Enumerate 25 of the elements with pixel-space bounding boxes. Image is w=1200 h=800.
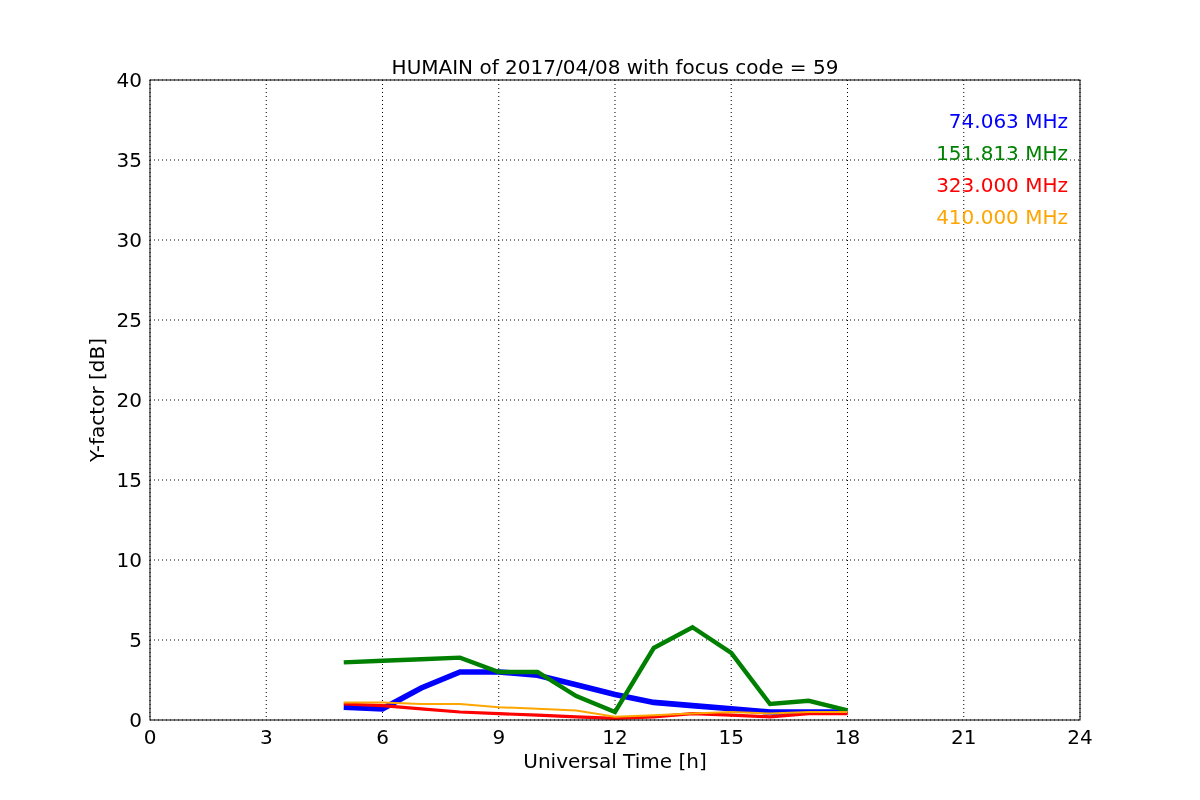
y-tick-label: 5	[129, 628, 142, 652]
y-tick-label: 30	[116, 228, 142, 252]
x-axis-label: Universal Time [h]	[523, 749, 707, 773]
y-tick-label: 20	[116, 388, 142, 412]
x-tick-label: 21	[951, 725, 977, 749]
x-tick-label: 24	[1067, 725, 1093, 749]
y-tick-label: 40	[116, 68, 142, 92]
chart-title: HUMAIN of 2017/04/08 with focus code = 59	[391, 55, 839, 79]
y-tick-label: 0	[129, 708, 142, 732]
legend-label: 410.000 MHz	[936, 205, 1068, 229]
legend-label: 323.000 MHz	[936, 173, 1068, 197]
x-tick-label: 6	[376, 725, 389, 749]
legend-label: 74.063 MHz	[948, 109, 1068, 133]
legend-label: 151.813 MHz	[936, 141, 1068, 165]
y-tick-label: 35	[116, 148, 142, 172]
y-axis-label: Y-factor [dB]	[85, 338, 109, 462]
x-tick-label: 9	[492, 725, 506, 749]
x-tick-label: 12	[602, 725, 628, 749]
x-tick-label: 15	[718, 725, 744, 749]
y-tick-label: 25	[116, 308, 142, 332]
x-tick-label: 18	[834, 725, 861, 749]
y-tick-label: 10	[116, 548, 142, 572]
y-tick-label: 15	[116, 468, 142, 492]
x-tick-label: 3	[259, 725, 273, 749]
x-tick-label: 0	[143, 725, 157, 749]
